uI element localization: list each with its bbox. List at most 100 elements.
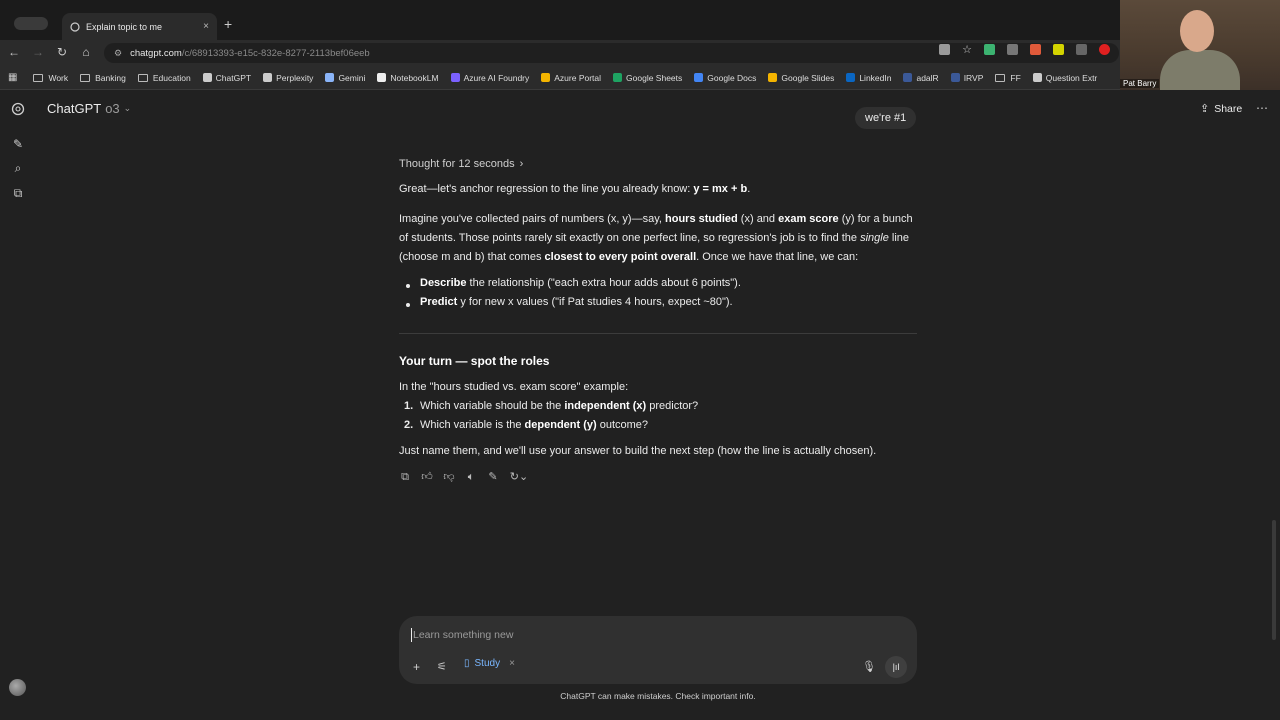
extension-gray-icon[interactable] bbox=[1076, 44, 1087, 55]
thumbs-down-icon[interactable]: 👎︎ bbox=[443, 470, 455, 484]
intro-equation: y = mx + b bbox=[693, 183, 748, 195]
composer: Learn something new + ⚟ ▯ Study × 🎙︎ |ıl bbox=[399, 616, 917, 684]
extension-yellow-icon[interactable] bbox=[1053, 44, 1064, 55]
back-icon[interactable]: ← bbox=[6, 45, 22, 59]
extension-green-icon[interactable] bbox=[984, 44, 995, 55]
add-attachment-icon[interactable]: + bbox=[413, 660, 420, 674]
question-bold: independent (x) bbox=[564, 400, 647, 412]
bookmark-label: LinkedIn bbox=[859, 72, 892, 83]
model-name: ChatGPT bbox=[47, 101, 102, 116]
bullet-text: y for new x values ("if Pat studies 4 ho… bbox=[457, 296, 733, 308]
scrollbar[interactable] bbox=[1272, 520, 1276, 640]
window-controls[interactable] bbox=[14, 17, 48, 30]
model-selector[interactable]: ChatGPT o3 ⌄ bbox=[47, 101, 131, 116]
bookmark-item[interactable]: Google Slides bbox=[768, 73, 834, 83]
bookmark-label: Azure Portal bbox=[554, 72, 602, 83]
disclaimer: ChatGPT can make mistakes. Check importa… bbox=[560, 691, 756, 701]
bookmark-item[interactable]: Google Docs bbox=[694, 73, 756, 83]
bookmark-label: Google Sheets bbox=[626, 72, 683, 83]
docs-icon bbox=[694, 73, 704, 82]
bookmark-item[interactable]: Gemini bbox=[325, 73, 365, 83]
bullet-bold: Describe bbox=[420, 277, 467, 289]
home-icon[interactable]: ⌂ bbox=[78, 45, 94, 59]
azure-ai-icon bbox=[450, 73, 460, 82]
remove-study-icon[interactable]: × bbox=[509, 658, 515, 669]
bookmark-item[interactable]: Banking bbox=[80, 73, 126, 83]
chevron-down-icon: ⌄ bbox=[123, 103, 132, 113]
study-label: Study bbox=[474, 658, 501, 669]
more-options-icon[interactable]: ⋯ bbox=[1256, 101, 1268, 115]
share-button[interactable]: ⇪ Share bbox=[1200, 102, 1242, 116]
person-body bbox=[1160, 50, 1240, 90]
bookmark-item[interactable]: IRVP bbox=[950, 73, 983, 83]
bookmark-item[interactable]: FF bbox=[995, 73, 1021, 83]
openai-logo-icon[interactable] bbox=[11, 102, 25, 116]
apps-grid-icon[interactable]: ▦ bbox=[8, 72, 17, 83]
bookmark-label: adalR bbox=[916, 72, 939, 83]
browser-tab-active[interactable]: Explain topic to me × bbox=[62, 13, 217, 40]
slides-icon bbox=[768, 73, 778, 82]
camera-icon[interactable] bbox=[1007, 44, 1018, 55]
azure-portal-icon bbox=[541, 73, 551, 82]
folder-icon bbox=[80, 73, 91, 82]
site-info-icon[interactable]: ⚙ bbox=[114, 48, 122, 59]
bullet-dot bbox=[406, 284, 410, 288]
bookmark-item[interactable]: NotebookLM bbox=[377, 73, 439, 83]
bookmark-item[interactable]: LinkedIn bbox=[846, 73, 891, 83]
extension-red-icon[interactable] bbox=[1030, 44, 1041, 55]
person-head bbox=[1180, 10, 1214, 52]
bookmark-label: Perplexity bbox=[276, 72, 314, 83]
book-icon: ▯ bbox=[464, 658, 470, 669]
bookmark-item[interactable]: Google Sheets bbox=[613, 73, 682, 83]
prompt-input[interactable]: Learn something new bbox=[413, 629, 513, 641]
library-icon[interactable]: ⧉ bbox=[11, 186, 25, 200]
bookmark-item[interactable]: Azure AI Foundry bbox=[450, 73, 529, 83]
edit-icon[interactable]: ✎ bbox=[487, 470, 499, 484]
url-path: /c/68913393-e15c-832e-8277-2113bef06eeb bbox=[181, 47, 370, 59]
model-version: o3 bbox=[105, 101, 120, 116]
copy-icon[interactable]: ⧉ bbox=[399, 470, 411, 484]
bookmark-item[interactable]: ChatGPT bbox=[202, 73, 251, 83]
message-actions: ⧉ 👍︎ 👎︎ 🔈︎ ✎ ↻⌄ bbox=[399, 470, 529, 484]
study-mode-chip[interactable]: ▯ Study × bbox=[464, 658, 515, 669]
left-rail: ✎ ⌕ ⧉ bbox=[0, 90, 36, 720]
question-part: Which variable is the bbox=[420, 419, 525, 431]
thought-toggle[interactable]: Thought for 12 seconds › bbox=[399, 158, 523, 170]
divider bbox=[399, 333, 917, 334]
question-part: predictor? bbox=[646, 400, 699, 412]
notebooklm-icon bbox=[377, 73, 387, 82]
extension-icons: ☆ bbox=[939, 43, 1110, 56]
bookmark-item[interactable]: Azure Portal bbox=[541, 73, 601, 83]
para-text: Imagine you've collected pairs of number… bbox=[399, 213, 666, 225]
bookmark-item[interactable]: adalR bbox=[903, 72, 939, 83]
question-text: Which variable should be the independent… bbox=[420, 400, 698, 412]
gemini-icon bbox=[325, 73, 335, 82]
bookmark-label: Gemini bbox=[338, 72, 366, 83]
reload-icon[interactable]: ↻ bbox=[54, 45, 70, 59]
close-tab-icon[interactable]: × bbox=[203, 21, 209, 32]
list-item: Predict y for new x values ("if Pat stud… bbox=[406, 296, 733, 308]
voice-mode-button[interactable]: |ıl bbox=[885, 656, 907, 678]
tools-icon[interactable]: ⚟ bbox=[437, 660, 447, 673]
record-icon[interactable] bbox=[1099, 44, 1110, 55]
regenerate-icon[interactable]: ↻⌄ bbox=[509, 470, 529, 484]
new-chat-icon[interactable]: ✎ bbox=[11, 137, 25, 151]
perplexity-icon bbox=[263, 73, 273, 82]
read-aloud-icon[interactable]: 🔈︎ bbox=[465, 470, 477, 484]
browser-toolbar: ← → ↻ ⌂ ⚙ chatgpt.com/c/68913393-e15c-83… bbox=[0, 40, 1280, 66]
forward-icon[interactable]: → bbox=[30, 45, 46, 59]
folder-icon bbox=[137, 73, 148, 82]
install-icon[interactable] bbox=[939, 44, 951, 55]
new-tab-button[interactable]: + bbox=[224, 16, 232, 32]
microphone-icon[interactable]: 🎙︎ bbox=[862, 660, 876, 673]
bookmark-item[interactable]: Perplexity bbox=[263, 73, 313, 83]
search-icon[interactable]: ⌕ bbox=[11, 161, 25, 175]
bookmark-item[interactable]: Education bbox=[137, 73, 191, 83]
bookmark-star-icon[interactable]: ☆ bbox=[962, 43, 972, 56]
bookmark-item[interactable]: Work bbox=[33, 73, 68, 83]
bookmark-label: Banking bbox=[95, 72, 126, 83]
thumbs-up-icon[interactable]: 👍︎ bbox=[421, 470, 433, 484]
bookmark-label: Google Slides bbox=[781, 72, 835, 83]
linkedin-icon bbox=[846, 73, 856, 82]
bookmark-item[interactable]: Question Extr bbox=[1032, 73, 1097, 83]
